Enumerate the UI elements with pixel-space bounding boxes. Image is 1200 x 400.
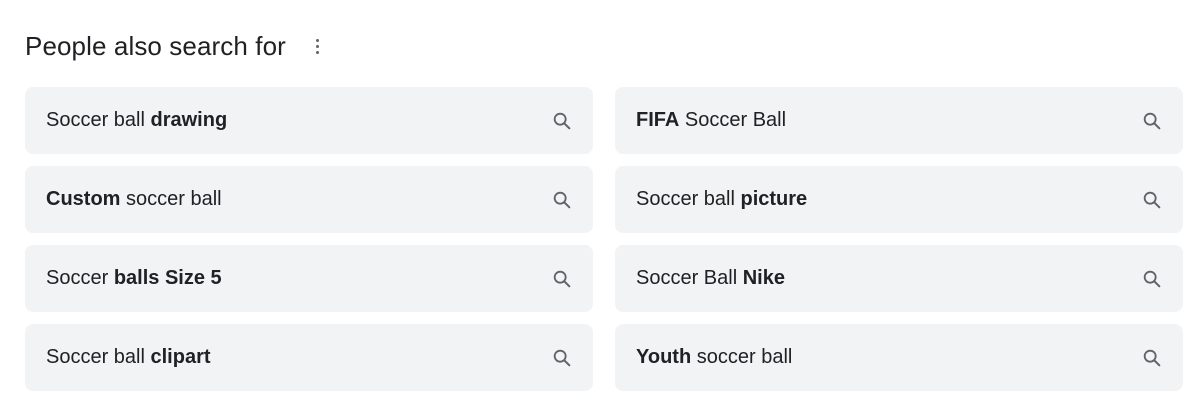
suggestion-label-part: Soccer Ball [636,267,743,289]
search-icon [551,347,573,369]
suggestion-label-bold-part: clipart [150,346,211,368]
suggestion-label: Soccer ball drawing [46,109,227,132]
suggestion-label-part: Soccer ball [46,109,151,131]
search-icon [551,268,573,290]
suggestion-chip[interactable]: FIFA Soccer Ball [615,87,1183,154]
suggestion-label: Soccer Ball Nike [636,267,785,290]
suggestion-grid: Soccer ball drawing FIFA Soccer Ball Custo… [25,87,1185,391]
search-icon [1141,268,1163,290]
search-icon [1141,347,1163,369]
suggestion-label: Soccer ball clipart [46,346,211,369]
suggestion-label-bold-part: drawing [150,109,228,131]
suggestion-chip[interactable]: Soccer balls Size 5 [25,245,593,312]
suggestion-label-part: Soccer ball [46,346,151,368]
suggestion-label-bold-part: balls Size 5 [113,267,222,289]
suggestion-chip[interactable]: Soccer ball picture [615,166,1183,233]
suggestion-label-part: Soccer Ball [679,109,787,131]
suggestion-label-bold-part: Custom [46,188,121,210]
suggestion-label-bold-part: picture [740,188,808,210]
suggestion-label: Custom soccer ball [46,188,222,211]
suggestion-chip[interactable]: Youth soccer ball [615,324,1183,391]
section-title: People also search for [25,30,286,61]
search-icon [551,189,573,211]
suggestion-chip[interactable]: Soccer Ball Nike [615,245,1183,312]
search-icon [551,110,573,132]
suggestion-label-part: soccer ball [120,188,222,210]
suggestion-label-bold-part: Youth [636,346,692,368]
suggestion-label-part: soccer ball [691,346,793,368]
suggestion-chip[interactable]: Soccer ball clipart [25,324,593,391]
suggestion-label: Youth soccer ball [636,346,792,369]
suggestion-label-part: Soccer ball [636,188,741,210]
suggestion-label-part: Soccer [46,267,114,289]
suggestion-label: Soccer ball picture [636,188,807,211]
suggestion-chip[interactable]: Soccer ball drawing [25,87,593,154]
section-header: People also search for [25,26,328,66]
more-vert-icon[interactable] [308,32,328,60]
suggestion-label-bold-part: Nike [742,267,785,289]
suggestion-label: FIFA Soccer Ball [636,109,786,132]
search-icon [1141,110,1163,132]
suggestion-label: Soccer balls Size 5 [46,267,222,290]
suggestion-label-bold-part: FIFA [636,109,680,131]
suggestion-chip[interactable]: Custom soccer ball [25,166,593,233]
search-icon [1141,189,1163,211]
